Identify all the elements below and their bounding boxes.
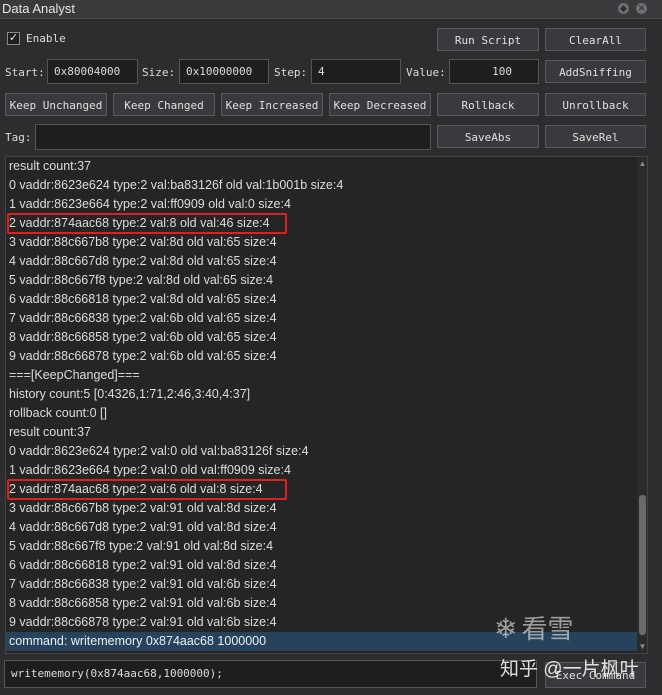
log-line: 8 vaddr:88c66858 type:2 val:6b old val:6… xyxy=(9,330,277,344)
scroll-up-icon[interactable]: ▲ xyxy=(638,159,647,168)
keep-decreased-button[interactable]: Keep Decreased xyxy=(329,93,431,116)
kanxue-text: 看雪 xyxy=(521,614,574,644)
kanxue-watermark: ❄ 看雪 xyxy=(494,613,574,645)
log-line: 7 vaddr:88c66838 type:2 val:91 old val:6… xyxy=(9,577,277,591)
highlight-box xyxy=(7,213,287,234)
log-line: rollback count:0 [] xyxy=(9,406,107,420)
keep-changed-button[interactable]: Keep Changed xyxy=(113,93,215,116)
rollback-button[interactable]: Rollback xyxy=(437,93,539,116)
log-line: history count:5 [0:4326,1:71,2:46,3:40,4… xyxy=(9,387,251,401)
highlight-box xyxy=(7,479,287,500)
save-abs-button[interactable]: SaveAbs xyxy=(437,125,539,148)
log-line: 6 vaddr:88c66818 type:2 val:91 old val:8… xyxy=(9,558,277,572)
keep-unchanged-button[interactable]: Keep Unchanged xyxy=(5,93,107,116)
title-bar: Data Analyst ◆ ✕ xyxy=(0,0,662,19)
log-line: 4 vaddr:88c667d8 type:2 val:8d old val:6… xyxy=(9,254,277,268)
log-line: 7 vaddr:88c66838 type:2 val:6b old val:6… xyxy=(9,311,277,325)
add-sniffing-button[interactable]: AddSniffing xyxy=(545,60,646,83)
log-line: ===[KeepChanged]=== xyxy=(9,368,140,382)
log-output[interactable]: result count:37 0 vaddr:8623e624 type:2 … xyxy=(5,156,648,654)
log-line: 3 vaddr:88c667b8 type:2 val:8d old val:6… xyxy=(9,235,277,249)
enable-label: Enable xyxy=(26,32,66,45)
clear-all-button[interactable]: ClearAll xyxy=(545,28,646,51)
log-line: 3 vaddr:88c667b8 type:2 val:91 old val:8… xyxy=(9,501,277,515)
scroll-down-icon[interactable]: ▼ xyxy=(638,642,647,651)
step-label: Step: xyxy=(274,66,308,79)
log-line: 4 vaddr:88c667d8 type:2 val:91 old val:8… xyxy=(9,520,277,534)
size-label: Size: xyxy=(142,66,176,79)
log-line: 1 vaddr:8623e664 type:2 val:ff0909 old v… xyxy=(9,197,291,211)
zhihu-watermark: 知乎 @一片枫叶 xyxy=(500,659,639,680)
log-line: result count:37 xyxy=(9,159,91,173)
log-line: 5 vaddr:88c667f8 type:2 val:8d old val:6… xyxy=(9,273,274,287)
start-label: Start: xyxy=(5,66,45,79)
scrollbar-thumb[interactable] xyxy=(639,495,646,635)
run-script-button[interactable]: Run Script xyxy=(437,28,539,51)
log-scrollbar[interactable]: ▲ ▼ xyxy=(637,157,647,653)
tag-input[interactable] xyxy=(35,124,431,150)
log-line: 0 vaddr:8623e624 type:2 val:0 old val:ba… xyxy=(9,444,309,458)
value-label: Value: xyxy=(406,66,446,79)
log-line: 1 vaddr:8623e664 type:2 val:0 old val:ff… xyxy=(9,463,291,477)
save-rel-button[interactable]: SaveRel xyxy=(545,125,646,148)
log-line: result count:37 xyxy=(9,425,91,439)
log-line: 6 vaddr:88c66818 type:2 val:8d old val:6… xyxy=(9,292,277,306)
unrollback-button[interactable]: Unrollback xyxy=(545,93,646,116)
enable-checkbox[interactable]: ✓ xyxy=(7,32,20,45)
close-icon[interactable]: ✕ xyxy=(636,3,647,14)
keep-increased-button[interactable]: Keep Increased xyxy=(221,93,323,116)
tag-label: Tag: xyxy=(5,131,32,144)
step-input[interactable]: 4 xyxy=(311,59,401,84)
size-input[interactable]: 0x10000000 xyxy=(179,59,269,84)
log-line: 9 vaddr:88c66878 type:2 val:6b old val:6… xyxy=(9,349,277,363)
float-icon[interactable]: ◆ xyxy=(618,3,629,14)
snowflake-icon: ❄ xyxy=(494,613,518,644)
command-input[interactable]: writememory(0x874aac68,1000000); xyxy=(4,660,537,688)
log-line: 8 vaddr:88c66858 type:2 val:91 old val:6… xyxy=(9,596,277,610)
log-line: 0 vaddr:8623e624 type:2 val:ba83126f old… xyxy=(9,178,344,192)
start-input[interactable]: 0x80004000 xyxy=(47,59,138,84)
window-title: Data Analyst xyxy=(2,1,75,16)
log-line: 5 vaddr:88c667f8 type:2 val:91 old val:8… xyxy=(9,539,274,553)
value-input[interactable]: 100 xyxy=(449,59,539,84)
